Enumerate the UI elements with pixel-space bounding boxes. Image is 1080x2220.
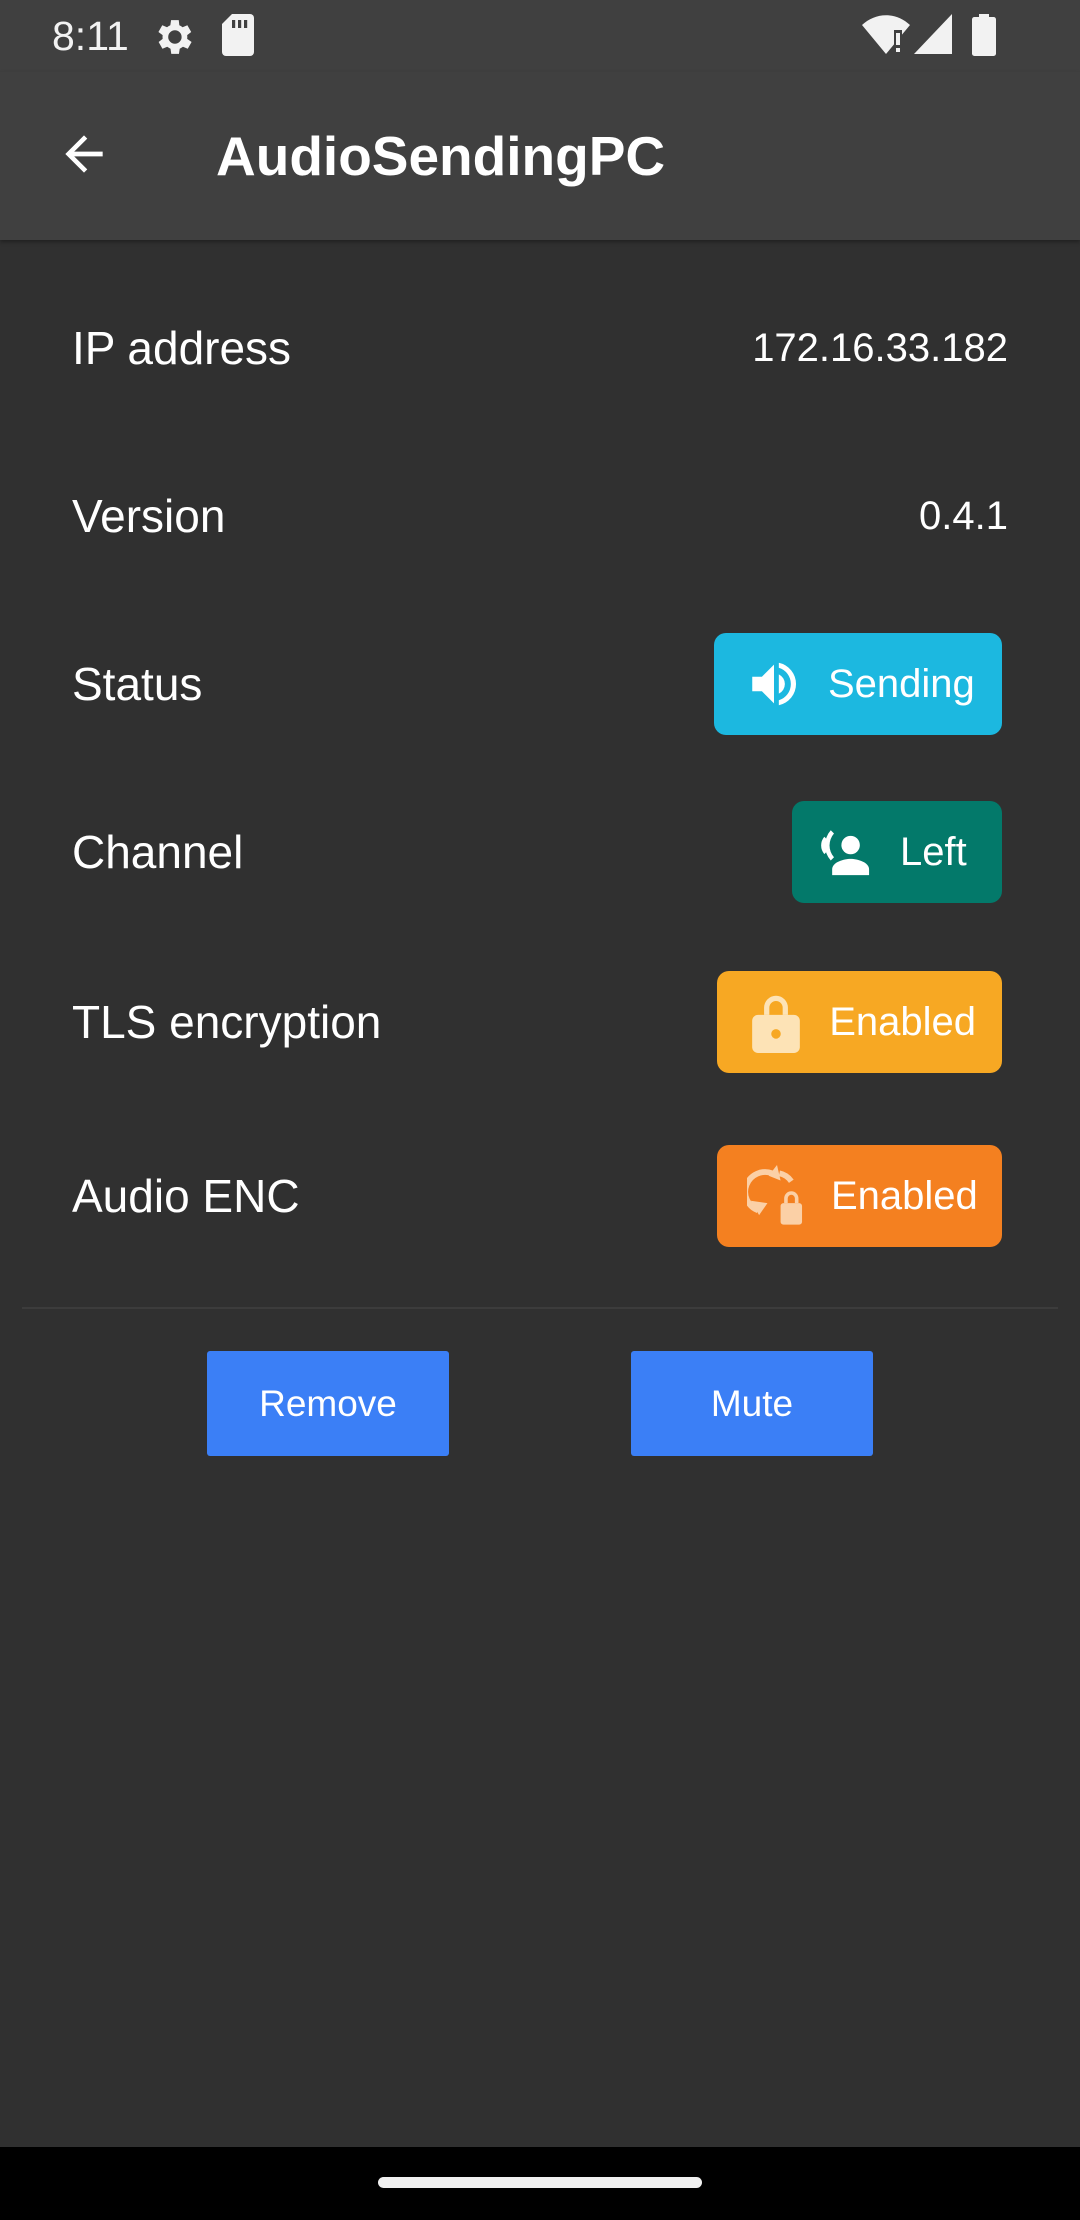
divider (22, 1307, 1058, 1309)
channel-chip[interactable]: Left (792, 801, 1002, 903)
ip-address-row: IP address 172.16.33.182 (0, 288, 1080, 408)
arrow-back-icon (56, 126, 112, 187)
person-voice-icon (816, 822, 876, 882)
tls-encryption-label: TLS encryption (72, 996, 382, 1048)
status-time: 8:11 (52, 13, 129, 59)
audio-enc-row: Audio ENC Enabled (0, 1136, 1080, 1256)
cell-signal-icon (914, 14, 952, 59)
status-value: Sending (828, 661, 975, 706)
status-row: Status Sending (0, 624, 1080, 744)
tls-encryption-value: Enabled (829, 999, 976, 1044)
tls-encryption-chip[interactable]: Enabled (717, 971, 1002, 1073)
mute-button[interactable]: Mute (631, 1351, 873, 1456)
navigation-bar (0, 2147, 1080, 2220)
back-button[interactable] (44, 116, 124, 196)
channel-label: Channel (72, 826, 244, 878)
audio-enc-chip[interactable]: Enabled (717, 1145, 1002, 1247)
ip-address-value: 172.16.33.182 (752, 326, 1008, 370)
settings-gear-icon (150, 14, 196, 65)
lock-icon (747, 992, 805, 1053)
version-label: Version (72, 490, 226, 542)
channel-value: Left (900, 829, 967, 874)
app-bar: AudioSendingPC (0, 72, 1080, 240)
channel-row: Channel Left (0, 792, 1080, 912)
tls-encryption-row: TLS encryption Enabled (0, 962, 1080, 1082)
status-bar: 8:11 (0, 0, 1080, 72)
audio-enc-label: Audio ENC (72, 1170, 300, 1222)
wifi-alert-icon (862, 14, 910, 59)
status-label: Status (72, 658, 203, 710)
status-chip[interactable]: Sending (714, 633, 1002, 735)
ip-address-label: IP address (72, 322, 292, 374)
audio-enc-value: Enabled (831, 1173, 978, 1218)
battery-icon (972, 14, 996, 61)
page-title: AudioSendingPC (216, 125, 666, 187)
remove-button[interactable]: Remove (207, 1351, 449, 1456)
lock-refresh-icon (747, 1165, 807, 1226)
sd-card-icon (222, 14, 254, 61)
home-indicator[interactable] (378, 2177, 702, 2188)
volume-icon (744, 654, 804, 714)
version-value: 0.4.1 (919, 494, 1008, 538)
version-row: Version 0.4.1 (0, 456, 1080, 576)
